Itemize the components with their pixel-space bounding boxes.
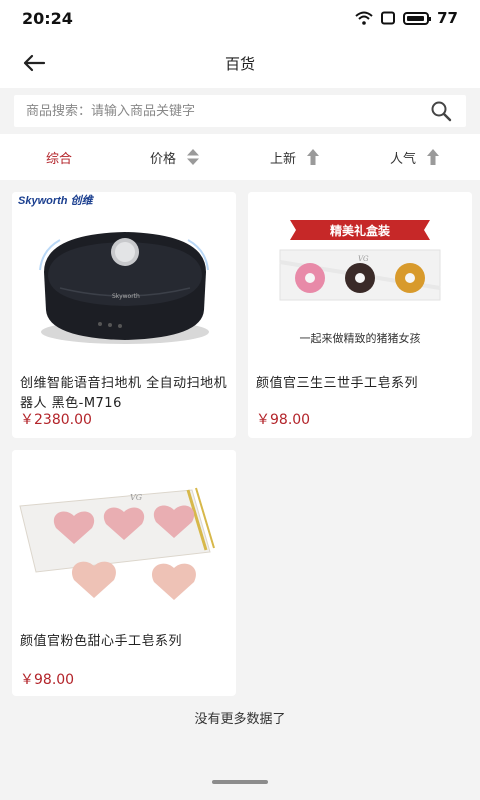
- product-card[interactable]: 精美礼盒装 VG 一起来做精致的猪猪女孩 颜值官三生三世手工皂系列 ￥98.00: [248, 192, 472, 438]
- no-more-data-text: 没有更多数据了: [194, 712, 286, 727]
- sort-price-label: 价格: [150, 151, 177, 167]
- sort-price-tab[interactable]: 价格: [150, 134, 200, 180]
- sort-comprehensive-tab[interactable]: 综合: [46, 134, 72, 180]
- product-price: ￥98.00: [20, 672, 75, 688]
- home-indicator[interactable]: [212, 780, 268, 784]
- screen-icon: [381, 11, 396, 25]
- battery-level: 77: [437, 9, 458, 27]
- product-image-robot-vacuum: Skyworth 创维 Skyworth: [12, 192, 236, 360]
- gift-box-banner: 精美礼盒装: [330, 223, 390, 238]
- product-model-mark: Skyworth: [112, 293, 140, 300]
- product-image-heart-soap: VG: [12, 450, 236, 618]
- product-price: ￥98.00: [256, 412, 311, 428]
- sort-new-tab[interactable]: 上新: [270, 134, 320, 180]
- status-time: 20:24: [22, 9, 73, 28]
- sort-bar: 综合 价格 上新 人气: [0, 134, 480, 180]
- battery-icon: [403, 11, 432, 25]
- status-bar: 20:24 77: [0, 0, 480, 38]
- search-icon: [431, 101, 452, 122]
- sort-popular-label: 人气: [390, 151, 417, 167]
- product-name: 颜值官粉色甜心手工皂系列: [20, 634, 183, 649]
- page-title: 百货: [224, 55, 255, 73]
- sort-popular-tab[interactable]: 人气: [390, 134, 440, 180]
- nav-bar: 百货: [0, 38, 480, 88]
- brand-logo: VG: [358, 255, 369, 263]
- brand-logo: VG: [130, 493, 143, 502]
- search-box: [14, 95, 466, 127]
- product-name: 创维智能语音扫地机 全自动扫地机器人 黑色-M716: [20, 376, 228, 411]
- search-section: [0, 88, 480, 134]
- brand-logo: Skyworth 创维: [18, 194, 95, 207]
- search-button[interactable]: [430, 100, 452, 122]
- sort-new-label: 上新: [270, 151, 297, 167]
- product-image-caption: 一起来做精致的猪猪女孩: [300, 331, 421, 345]
- product-image-soap-gift-box: 精美礼盒装 VG 一起来做精致的猪猪女孩: [248, 192, 472, 360]
- wifi-icon: [355, 11, 373, 25]
- product-card[interactable]: Skyworth 创维 Skyworth 创维智能语音扫地机 全自动扫地机器人 …: [12, 192, 236, 438]
- sort-comprehensive-label: 综合: [46, 151, 73, 167]
- arrow-up-icon: [307, 149, 320, 165]
- status-icons: 77: [355, 9, 458, 27]
- search-input[interactable]: [26, 95, 416, 127]
- arrow-up-icon: [427, 149, 440, 165]
- product-name: 颜值官三生三世手工皂系列: [256, 376, 419, 391]
- sort-both-icon: [187, 149, 200, 165]
- product-price: ￥2380.00: [20, 412, 92, 428]
- product-card[interactable]: VG 颜值官粉色甜心手工皂系列 ￥98.00: [12, 450, 236, 696]
